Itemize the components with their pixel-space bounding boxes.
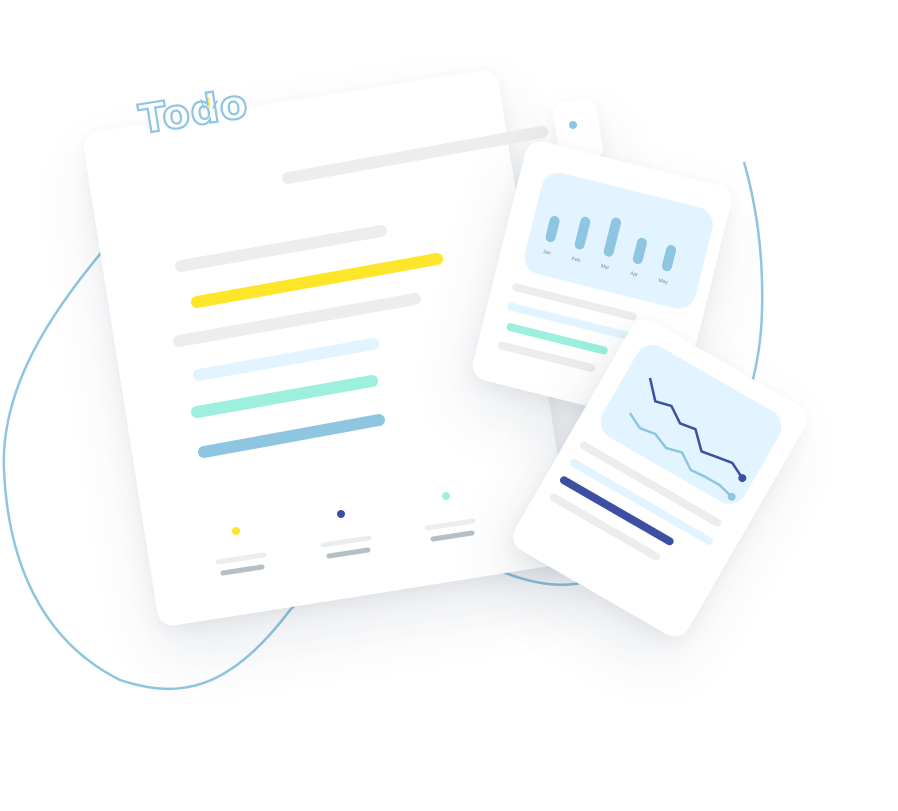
line-chart-card-content [549,344,782,561]
line-chart-panel [600,344,782,504]
hero-illustration: Todo Jan Feb Mar Apr May [0,0,898,811]
line-series-1-end-point [738,474,747,483]
line-series-2-end-point [727,492,736,501]
